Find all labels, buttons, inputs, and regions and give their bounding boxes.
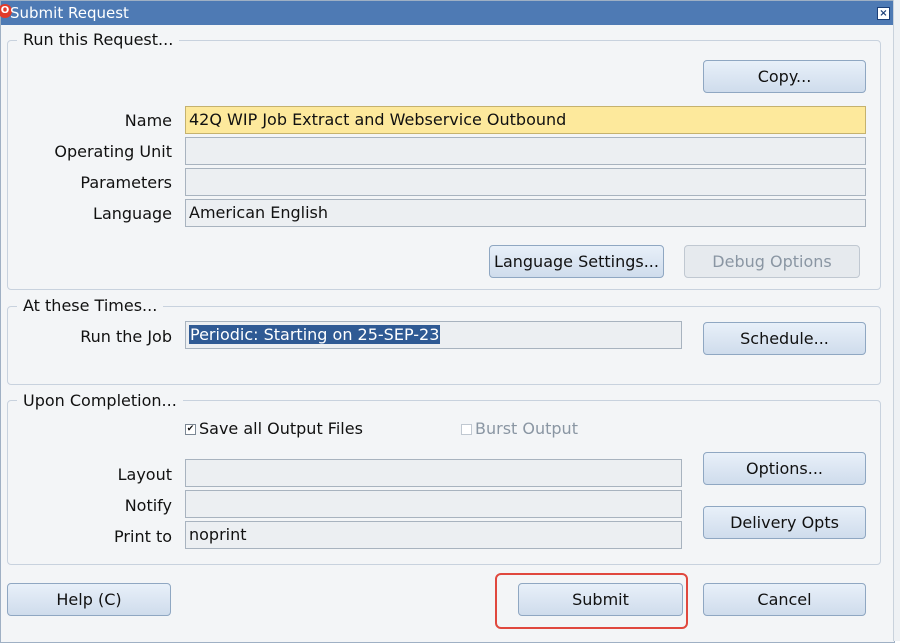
print-to-field[interactable]: noprint (185, 521, 682, 549)
notify-field[interactable] (185, 490, 682, 518)
window-title: Submit Request (10, 4, 129, 22)
check-icon: ✔ (185, 424, 196, 435)
run-job-field[interactable]: Periodic: Starting on 25-SEP-23 (185, 321, 682, 349)
save-output-label: Save all Output Files (199, 419, 363, 438)
delivery-opts-button[interactable]: Delivery Opts (703, 506, 866, 539)
run-job-value: Periodic: Starting on 25-SEP-23 (189, 325, 441, 344)
burst-output-checkbox[interactable]: Burst Output (461, 419, 578, 438)
notify-label: Notify (124, 496, 172, 515)
parameters-field[interactable] (185, 168, 866, 196)
operating-unit-label: Operating Unit (54, 142, 172, 161)
close-icon[interactable]: × (877, 7, 890, 20)
options-button[interactable]: Options... (703, 452, 866, 485)
cancel-button[interactable]: Cancel (703, 583, 866, 616)
completion-section-title: Upon Completion... (17, 391, 183, 410)
name-field[interactable]: 42Q WIP Job Extract and Webservice Outbo… (185, 106, 866, 134)
unchecked-box-icon (461, 424, 472, 435)
operating-unit-field[interactable] (185, 137, 866, 165)
name-label: Name (124, 111, 172, 130)
language-label: Language (93, 204, 172, 223)
times-section-title: At these Times... (17, 296, 164, 315)
title-bar[interactable]: O Submit Request × (0, 1, 894, 25)
submit-request-window: O Submit Request × Run this Request... C… (0, 0, 895, 643)
run-job-label: Run the Job (80, 327, 172, 346)
copy-button[interactable]: Copy... (703, 60, 866, 93)
help-button[interactable]: Help (C) (7, 583, 171, 616)
submit-highlight-outline (495, 573, 688, 629)
background-window-edge (893, 0, 900, 641)
save-output-checkbox[interactable]: ✔ Save all Output Files (185, 419, 363, 438)
debug-options-button[interactable]: Debug Options (684, 245, 860, 278)
layout-label: Layout (117, 465, 172, 484)
run-request-section-title: Run this Request... (17, 30, 180, 49)
parameters-label: Parameters (80, 173, 172, 192)
language-field[interactable]: American English (185, 199, 866, 227)
print-to-label: Print to (114, 527, 172, 546)
layout-field[interactable] (185, 459, 682, 487)
burst-output-label: Burst Output (475, 419, 578, 438)
language-settings-button[interactable]: Language Settings... (489, 245, 664, 278)
schedule-button[interactable]: Schedule... (703, 322, 866, 355)
